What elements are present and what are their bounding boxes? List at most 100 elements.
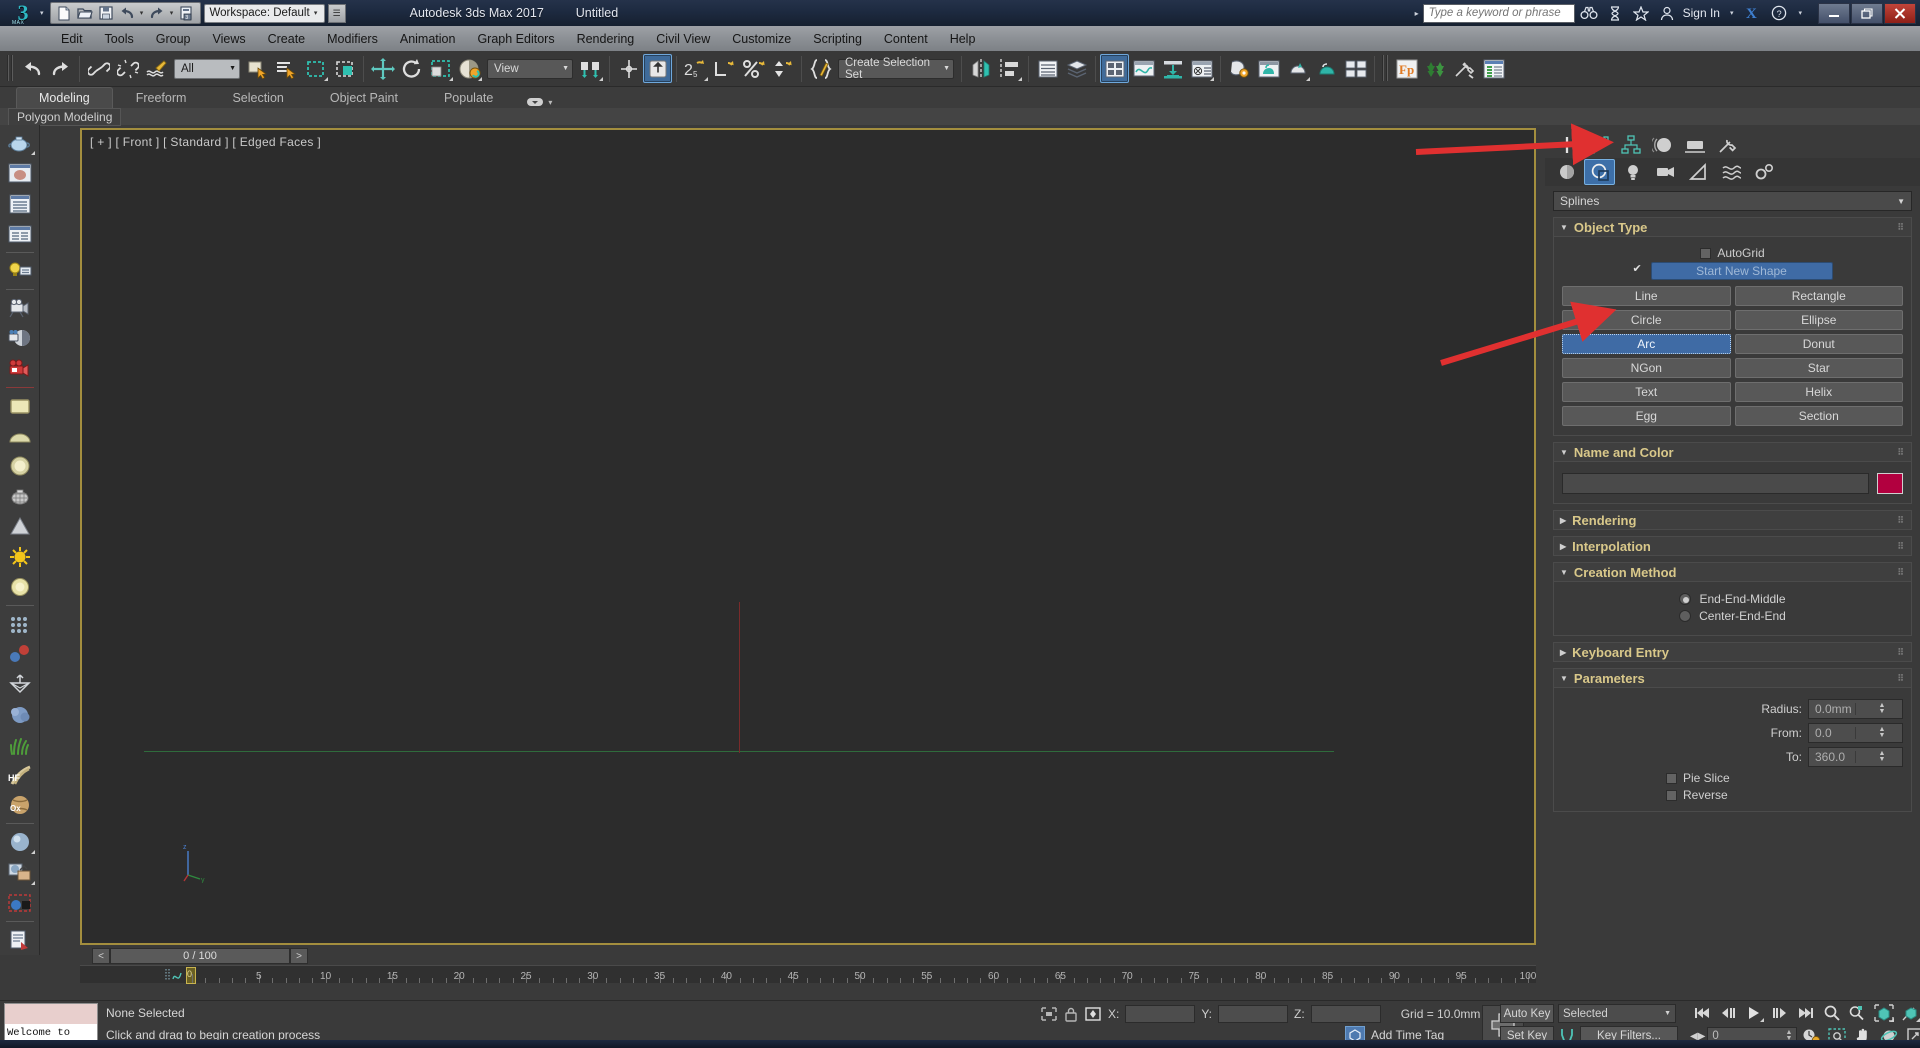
auto-key-button[interactable]: Auto Key bbox=[1500, 1004, 1554, 1023]
sign-in-caret-icon[interactable]: ▾ bbox=[1724, 9, 1740, 17]
material-select-icon[interactable] bbox=[3, 888, 37, 918]
select-and-link-icon[interactable] bbox=[84, 54, 113, 83]
selection-filter-dropdown[interactable]: All ▼ bbox=[174, 58, 240, 79]
param-radius-spinner[interactable]: 0.0mm ▲ ▼ bbox=[1808, 699, 1903, 719]
modify-tab[interactable] bbox=[1583, 132, 1614, 158]
sphere-dome-icon[interactable] bbox=[3, 421, 37, 451]
pie-slice-checkbox[interactable] bbox=[1666, 772, 1677, 784]
teapot-standard-primitives-icon[interactable] bbox=[3, 128, 37, 158]
chevron-down-icon[interactable]: ▼ bbox=[1664, 1010, 1671, 1017]
chevron-down-icon[interactable]: ▼ bbox=[933, 65, 950, 72]
object-button-text[interactable]: Text bbox=[1562, 382, 1731, 402]
scene-list-icon[interactable] bbox=[1479, 54, 1508, 83]
viewport[interactable]: [ + ] [ Front ] [ Standard ] [ Edged Fac… bbox=[80, 128, 1536, 945]
hair-fur-icon[interactable]: HF bbox=[3, 760, 37, 790]
percent-snap-toggle-icon[interactable] bbox=[739, 54, 768, 83]
zoom-all-icon[interactable] bbox=[1846, 1003, 1870, 1023]
cloud-icon[interactable] bbox=[3, 699, 37, 729]
object-button-egg[interactable]: Egg bbox=[1562, 406, 1731, 426]
rectangular-selection-region-icon[interactable] bbox=[301, 54, 330, 83]
reverse-checkbox[interactable] bbox=[1666, 789, 1677, 801]
ribbon-display-options-icon[interactable] bbox=[526, 96, 544, 108]
autodesk-exchange-icon[interactable]: X bbox=[1741, 2, 1765, 24]
camera-icon[interactable] bbox=[3, 293, 37, 323]
render-setup-icon[interactable] bbox=[1225, 54, 1254, 83]
reference-coordinate-system-dropdown[interactable]: View ▼ bbox=[487, 58, 573, 79]
subcategory-dropdown[interactable]: Splines ▼ bbox=[1553, 191, 1912, 211]
lights-category[interactable] bbox=[1617, 159, 1648, 185]
menu-item-views[interactable]: Views bbox=[201, 29, 256, 49]
rollout-grip-icon[interactable]: ⠿ bbox=[1897, 447, 1905, 458]
material-editor-icon[interactable] bbox=[1187, 54, 1216, 83]
scene-list-panel-icon[interactable] bbox=[3, 188, 37, 218]
param-pie-slice-row[interactable]: Pie Slice bbox=[1666, 771, 1903, 785]
redo-dropdown-caret-icon[interactable]: ▾ bbox=[168, 9, 176, 17]
cameras-category[interactable] bbox=[1650, 159, 1681, 185]
tab-object-paint[interactable]: Object Paint bbox=[307, 87, 421, 108]
object-button-donut[interactable]: Donut bbox=[1734, 334, 1903, 354]
array-icon[interactable] bbox=[3, 609, 37, 639]
undo-icon[interactable] bbox=[117, 4, 137, 23]
helpers-category[interactable] bbox=[1683, 159, 1714, 185]
param-from-spinner[interactable]: 0.0 ▲ ▼ bbox=[1808, 723, 1903, 743]
grass-icon[interactable] bbox=[3, 730, 37, 760]
rollout-grip-icon[interactable]: ⠿ bbox=[1897, 541, 1905, 552]
spinner-arrows-icon[interactable]: ▲ ▼ bbox=[1855, 726, 1902, 739]
render-preview-icon[interactable] bbox=[3, 158, 37, 188]
hierarchy-tab[interactable] bbox=[1615, 132, 1646, 158]
sign-in-button[interactable]: Sign In bbox=[1681, 6, 1722, 20]
tab-modeling[interactable]: Modeling bbox=[16, 87, 113, 108]
atom-particle-icon[interactable] bbox=[3, 639, 37, 669]
camera-red-icon[interactable] bbox=[3, 353, 37, 383]
param-reverse-row[interactable]: Reverse bbox=[1666, 788, 1903, 802]
expand-triangle-icon[interactable]: ▶ bbox=[1560, 516, 1566, 525]
autogrid-row[interactable]: AutoGrid bbox=[1562, 246, 1903, 260]
next-frame-icon[interactable] bbox=[1768, 1003, 1792, 1023]
chevron-down-icon[interactable]: ▼ bbox=[1897, 197, 1905, 206]
collapse-triangle-icon[interactable]: ▼ bbox=[1560, 223, 1568, 232]
spinner-arrows-icon[interactable]: ▲ ▼ bbox=[1855, 702, 1902, 715]
object-button-rectangle[interactable]: Rectangle bbox=[1734, 286, 1903, 306]
param-to-spinner[interactable]: 360.0 ▲ ▼ bbox=[1808, 747, 1903, 767]
save-file-icon[interactable] bbox=[96, 4, 116, 23]
search-input[interactable] bbox=[1422, 3, 1575, 23]
key-mode-dropdown[interactable]: Selected ▼ bbox=[1558, 1004, 1676, 1023]
chevron-down-icon[interactable]: ▼ bbox=[552, 65, 569, 72]
menu-item-animation[interactable]: Animation bbox=[389, 29, 467, 49]
help-icon[interactable]: ? bbox=[1767, 2, 1791, 24]
start-new-shape-button[interactable]: Start New Shape bbox=[1650, 262, 1833, 280]
layer-explorer-icon[interactable] bbox=[1033, 54, 1062, 83]
binoculars-icon[interactable] bbox=[1577, 2, 1601, 24]
select-by-name-icon[interactable] bbox=[272, 54, 301, 83]
window-crossing-toggle-icon[interactable] bbox=[330, 54, 359, 83]
search-expand-icon[interactable]: ▸ bbox=[1411, 9, 1423, 18]
menu-item-rendering[interactable]: Rendering bbox=[566, 29, 646, 49]
display-tab[interactable] bbox=[1679, 132, 1710, 158]
motion-tab[interactable] bbox=[1647, 132, 1678, 158]
previous-frame-button[interactable]: < bbox=[92, 948, 110, 964]
render-list-icon[interactable] bbox=[3, 925, 37, 955]
undo-dropdown-caret-icon[interactable]: ▾ bbox=[138, 9, 146, 17]
unlink-selection-icon[interactable] bbox=[113, 54, 142, 83]
menu-item-create[interactable]: Create bbox=[257, 29, 317, 49]
collapse-triangle-icon[interactable]: ▼ bbox=[1560, 448, 1568, 457]
object-name-input[interactable] bbox=[1562, 473, 1869, 494]
parameter-panel-icon[interactable] bbox=[3, 219, 37, 249]
material-map-icon[interactable] bbox=[3, 857, 37, 887]
object-button-line[interactable]: Line bbox=[1562, 286, 1731, 306]
collapse-triangle-icon[interactable]: ▼ bbox=[1560, 674, 1568, 683]
object-color-swatch[interactable] bbox=[1877, 473, 1903, 494]
tab-populate[interactable]: Populate bbox=[421, 87, 516, 108]
project-folder-icon[interactable]: 3 bbox=[177, 4, 197, 23]
use-pivot-point-center-icon[interactable] bbox=[576, 54, 605, 83]
next-frame-button[interactable]: > bbox=[290, 948, 308, 964]
select-and-place-icon[interactable] bbox=[455, 54, 484, 83]
systems-category[interactable] bbox=[1749, 159, 1780, 185]
object-button-ellipse[interactable]: Ellipse bbox=[1734, 310, 1903, 330]
object-button-arc[interactable]: Arc bbox=[1562, 334, 1731, 354]
object-button-star[interactable]: Star bbox=[1734, 358, 1903, 378]
export-icon[interactable] bbox=[3, 669, 37, 699]
app-logo-icon[interactable]: 3 MAX bbox=[0, 0, 46, 27]
autogrid-checkbox[interactable] bbox=[1700, 247, 1712, 259]
sphere-glow-icon[interactable] bbox=[3, 451, 37, 481]
